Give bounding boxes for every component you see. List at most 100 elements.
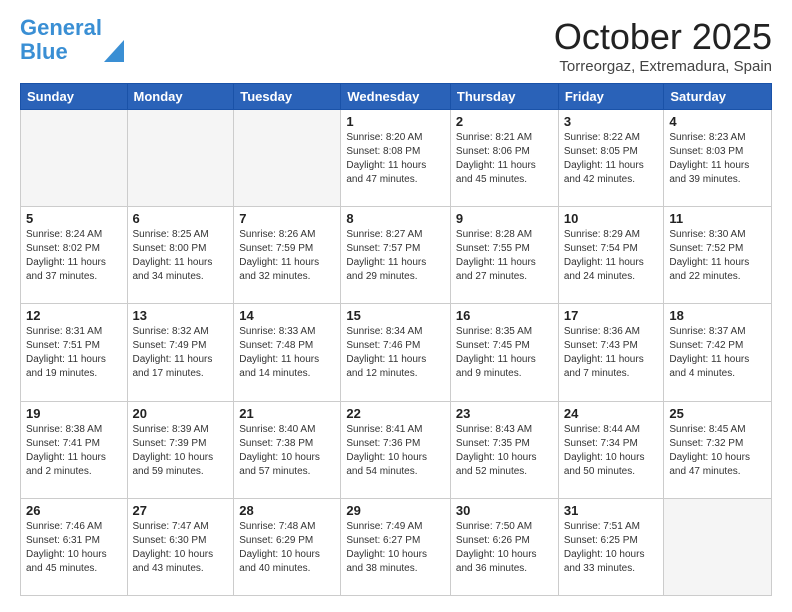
day-number: 26 [26, 503, 122, 518]
cell-text: Sunrise: 7:48 AMSunset: 6:29 PMDaylight:… [239, 520, 335, 576]
calendar-cell [127, 110, 234, 207]
day-number: 17 [564, 308, 659, 323]
month-title: October 2025 [554, 16, 772, 58]
cell-text: Sunrise: 8:20 AMSunset: 8:08 PMDaylight:… [346, 131, 445, 187]
calendar-cell: 16Sunrise: 8:35 AMSunset: 7:45 PMDayligh… [450, 304, 558, 401]
logo-general: General [20, 15, 102, 40]
calendar-cell: 22 Sunrise: 8:41 AMSunset: 7:36 PMDayligh… [341, 401, 451, 498]
calendar-cell: 9 Sunrise: 8:28 AMSunset: 7:55 PMDaylight… [450, 207, 558, 304]
day-number: 14 [239, 308, 335, 323]
location: Torreorgaz, Extremadura, Spain [554, 58, 772, 75]
cell-text: Sunrise: 7:51 AMSunset: 6:25 PMDaylight:… [564, 520, 659, 576]
calendar-cell: 11 Sunrise: 8:30 AMSunset: 7:52 PMDayligh… [664, 207, 772, 304]
day-number: 24 [564, 406, 659, 421]
calendar-cell: 24 Sunrise: 8:44 AMSunset: 7:34 PMDayligh… [558, 401, 664, 498]
calendar-cell: 4 Sunrise: 8:23 AMSunset: 8:03 PMDaylight… [664, 110, 772, 207]
day-number: 11 [669, 211, 766, 226]
week-row-3: 12 Sunrise: 8:31 AMSunset: 7:51 PMDayligh… [21, 304, 772, 401]
weekday-header-row: SundayMondayTuesdayWednesdayThursdayFrid… [21, 84, 772, 110]
cell-text: Sunrise: 8:39 AMSunset: 7:39 PMDaylight:… [133, 423, 229, 479]
weekday-header-monday: Monday [127, 84, 234, 110]
page: General Blue October 2025 Torreorgaz, Ex… [0, 0, 792, 612]
day-number: 30 [456, 503, 553, 518]
calendar-cell: 14 Sunrise: 8:33 AMSunset: 7:48 PMDayligh… [234, 304, 341, 401]
calendar-cell: 7Sunrise: 8:26 AMSunset: 7:59 PMDaylight… [234, 207, 341, 304]
day-number: 1 [346, 114, 445, 129]
calendar-table: SundayMondayTuesdayWednesdayThursdayFrid… [20, 83, 772, 596]
day-number: 8 [346, 211, 445, 226]
calendar-cell: 3 Sunrise: 8:22 AMSunset: 8:05 PMDaylight… [558, 110, 664, 207]
day-number: 19 [26, 406, 122, 421]
day-number: 28 [239, 503, 335, 518]
calendar-cell: 6Sunrise: 8:25 AMSunset: 8:00 PMDaylight… [127, 207, 234, 304]
calendar-cell: 31Sunrise: 7:51 AMSunset: 6:25 PMDayligh… [558, 498, 664, 595]
cell-text: Sunrise: 8:28 AMSunset: 7:55 PMDaylight:… [456, 228, 553, 284]
calendar-cell: 29Sunrise: 7:49 AMSunset: 6:27 PMDayligh… [341, 498, 451, 595]
calendar-cell: 26Sunrise: 7:46 AMSunset: 6:31 PMDayligh… [21, 498, 128, 595]
calendar-cell: 8 Sunrise: 8:27 AMSunset: 7:57 PMDaylight… [341, 207, 451, 304]
week-row-4: 19Sunrise: 8:38 AMSunset: 7:41 PMDayligh… [21, 401, 772, 498]
day-number: 2 [456, 114, 553, 129]
day-number: 16 [456, 308, 553, 323]
day-number: 29 [346, 503, 445, 518]
cell-text: Sunrise: 8:43 AMSunset: 7:35 PMDaylight:… [456, 423, 553, 479]
cell-text: Sunrise: 8:40 AMSunset: 7:38 PMDaylight:… [239, 423, 335, 479]
logo-arrow-icon [104, 40, 124, 62]
day-number: 3 [564, 114, 659, 129]
cell-text: Sunrise: 8:29 AMSunset: 7:54 PMDaylight:… [564, 228, 659, 284]
calendar-cell: 20 Sunrise: 8:39 AMSunset: 7:39 PMDayligh… [127, 401, 234, 498]
cell-text: Sunrise: 8:31 AMSunset: 7:51 PMDaylight:… [26, 325, 122, 381]
calendar-cell: 23Sunrise: 8:43 AMSunset: 7:35 PMDayligh… [450, 401, 558, 498]
day-number: 20 [133, 406, 229, 421]
weekday-header-thursday: Thursday [450, 84, 558, 110]
day-number: 21 [239, 406, 335, 421]
calendar-cell: 12 Sunrise: 8:31 AMSunset: 7:51 PMDayligh… [21, 304, 128, 401]
day-number: 13 [133, 308, 229, 323]
logo: General Blue [20, 16, 124, 64]
calendar-cell: 25Sunrise: 8:45 AMSunset: 7:32 PMDayligh… [664, 401, 772, 498]
header: General Blue October 2025 Torreorgaz, Ex… [20, 16, 772, 75]
cell-text: Sunrise: 8:22 AMSunset: 8:05 PMDaylight:… [564, 131, 659, 187]
cell-text: Sunrise: 8:41 AMSunset: 7:36 PMDaylight:… [346, 423, 445, 479]
cell-text: Sunrise: 8:24 AMSunset: 8:02 PMDaylight:… [26, 228, 122, 284]
cell-text: Sunrise: 7:47 AMSunset: 6:30 PMDaylight:… [133, 520, 229, 576]
cell-text: Sunrise: 8:33 AMSunset: 7:48 PMDaylight:… [239, 325, 335, 381]
day-number: 22 [346, 406, 445, 421]
calendar-cell: 13 Sunrise: 8:32 AMSunset: 7:49 PMDayligh… [127, 304, 234, 401]
calendar-cell: 17 Sunrise: 8:36 AMSunset: 7:43 PMDayligh… [558, 304, 664, 401]
cell-text: Sunrise: 8:23 AMSunset: 8:03 PMDaylight:… [669, 131, 766, 187]
cell-text: Sunrise: 8:44 AMSunset: 7:34 PMDaylight:… [564, 423, 659, 479]
day-number: 27 [133, 503, 229, 518]
calendar-cell: 19Sunrise: 8:38 AMSunset: 7:41 PMDayligh… [21, 401, 128, 498]
week-row-1: 1 Sunrise: 8:20 AMSunset: 8:08 PMDaylight… [21, 110, 772, 207]
calendar-cell: 28 Sunrise: 7:48 AMSunset: 6:29 PMDayligh… [234, 498, 341, 595]
cell-text: Sunrise: 7:50 AMSunset: 6:26 PMDaylight:… [456, 520, 553, 576]
cell-text: Sunrise: 8:37 AMSunset: 7:42 PMDaylight:… [669, 325, 766, 381]
cell-text: Sunrise: 8:36 AMSunset: 7:43 PMDaylight:… [564, 325, 659, 381]
cell-text: Sunrise: 8:27 AMSunset: 7:57 PMDaylight:… [346, 228, 445, 284]
logo-blue: Blue [20, 39, 68, 64]
cell-text: Sunrise: 8:21 AMSunset: 8:06 PMDaylight:… [456, 131, 553, 187]
calendar-cell: 5 Sunrise: 8:24 AMSunset: 8:02 PMDaylight… [21, 207, 128, 304]
week-row-2: 5 Sunrise: 8:24 AMSunset: 8:02 PMDaylight… [21, 207, 772, 304]
weekday-header-wednesday: Wednesday [341, 84, 451, 110]
calendar-cell: 15 Sunrise: 8:34 AMSunset: 7:46 PMDayligh… [341, 304, 451, 401]
day-number: 5 [26, 211, 122, 226]
day-number: 15 [346, 308, 445, 323]
weekday-header-saturday: Saturday [664, 84, 772, 110]
title-area: October 2025 Torreorgaz, Extremadura, Sp… [554, 16, 772, 75]
day-number: 12 [26, 308, 122, 323]
cell-text: Sunrise: 8:34 AMSunset: 7:46 PMDaylight:… [346, 325, 445, 381]
cell-text: Sunrise: 8:25 AMSunset: 8:00 PMDaylight:… [133, 228, 229, 284]
calendar-cell: 30 Sunrise: 7:50 AMSunset: 6:26 PMDayligh… [450, 498, 558, 595]
day-number: 18 [669, 308, 766, 323]
day-number: 9 [456, 211, 553, 226]
cell-text: Sunrise: 8:32 AMSunset: 7:49 PMDaylight:… [133, 325, 229, 381]
calendar-cell: 2 Sunrise: 8:21 AMSunset: 8:06 PMDaylight… [450, 110, 558, 207]
cell-text: Sunrise: 8:30 AMSunset: 7:52 PMDaylight:… [669, 228, 766, 284]
weekday-header-tuesday: Tuesday [234, 84, 341, 110]
day-number: 25 [669, 406, 766, 421]
day-number: 4 [669, 114, 766, 129]
day-number: 7 [239, 211, 335, 226]
calendar-cell: 10Sunrise: 8:29 AMSunset: 7:54 PMDayligh… [558, 207, 664, 304]
